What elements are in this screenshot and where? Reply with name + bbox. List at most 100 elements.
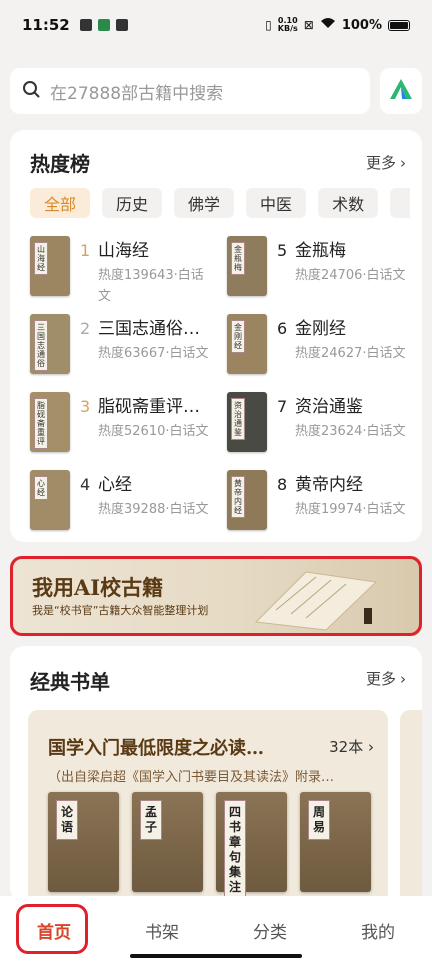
- book-title: 资治通鉴: [295, 397, 363, 417]
- book-meta: 热度63667·白话文: [98, 346, 209, 361]
- chip-history[interactable]: 历史: [102, 188, 163, 218]
- book-cover: 金瓶梅: [227, 236, 267, 296]
- hot-more-button[interactable]: 更多 ›: [366, 152, 406, 173]
- hot-title: 热度榜: [30, 152, 90, 176]
- book-list-subtitle: （出自梁启超《国学入门书要目及其读法》附录…: [48, 770, 335, 785]
- list-book-label: 孟子: [140, 800, 162, 840]
- rank-item[interactable]: 脂砚斋重评 3 脂砚斋重评… 热度52610·白话文: [30, 392, 213, 452]
- book-title: 三国志通俗…: [98, 319, 200, 339]
- app-icon: [97, 19, 110, 31]
- list-book-label: 周易: [308, 800, 330, 840]
- list-book-label: 论语: [56, 800, 78, 840]
- rank-info: 6 金刚经热度24627·白话文: [277, 314, 410, 374]
- status-time: 11:52: [22, 16, 70, 34]
- vibrate-icon: ▯: [265, 18, 272, 32]
- book-meta: 热度23624·白话文: [295, 424, 406, 439]
- chip-divination[interactable]: 术数: [318, 188, 379, 218]
- hot-ranking-card: 热度榜 更多 › 全部 历史 佛学 中医 术数 山海经 1 山海经热度139643·…: [10, 130, 422, 542]
- home-indicator: [130, 954, 302, 958]
- rank-info: 2 三国志通俗… 热度63667·白话文: [80, 314, 213, 374]
- rank-item[interactable]: 资治通鉴 7 资治通鉴热度23624·白话文: [227, 392, 410, 452]
- rank-number: 5: [277, 241, 288, 260]
- chip-medicine[interactable]: 中医: [246, 188, 307, 218]
- book-title: 山海经: [98, 241, 149, 261]
- book-cover-label: 金刚经: [231, 320, 245, 353]
- search-row: 在27888部古籍中搜索: [10, 68, 422, 114]
- battery-percent: 100%: [341, 17, 382, 33]
- windmill-icon: [115, 19, 128, 31]
- net-speed: 0.10 KB/s: [277, 16, 298, 33]
- rank-info: 7 资治通鉴热度23624·白话文: [277, 392, 410, 452]
- rank-item[interactable]: 山海经 1 山海经热度139643·白话文: [30, 236, 213, 304]
- book-cover: 资治通鉴: [227, 392, 267, 452]
- classic-title: 经典书单: [30, 670, 110, 694]
- book-cover-label: 山海经: [34, 242, 48, 275]
- classic-more-label: 更多: [365, 670, 396, 688]
- classic-more-button[interactable]: 更多 ›: [366, 668, 406, 689]
- chip-buddhism[interactable]: 佛学: [174, 188, 235, 218]
- book-meta: 热度24706·白话文: [295, 268, 406, 283]
- ai-collation-banner[interactable]: 我用AI校古籍 我是“校书官”古籍大众智能整理计划: [10, 556, 422, 636]
- book-cover: 三国志通俗: [30, 314, 70, 374]
- book-title: 心经: [98, 475, 132, 495]
- rank-info: 4 心经热度39288·白话文: [80, 470, 213, 530]
- book-title: 金刚经: [295, 319, 346, 339]
- book-meta: 热度52610·白话文: [98, 424, 209, 439]
- chevron-right-icon: ›: [400, 669, 406, 688]
- sim-icon: ⊠: [303, 18, 314, 32]
- rank-item[interactable]: 金刚经 6 金刚经热度24627·白话文: [227, 314, 410, 374]
- search-input[interactable]: 在27888部古籍中搜索: [10, 68, 370, 114]
- book-cover: 心经: [30, 470, 70, 530]
- rank-number: 2: [80, 319, 91, 338]
- book-title: 金瓶梅: [295, 241, 346, 261]
- rank-number: 1: [80, 241, 91, 260]
- book-meta: 热度39288·白话文: [98, 502, 209, 517]
- banner-title: 我用AI校古籍: [32, 575, 164, 600]
- book-cover-label: 脂砚斋重评: [34, 398, 48, 449]
- ai-assistant-button[interactable]: [380, 68, 422, 114]
- book-cover: 金刚经: [227, 314, 267, 374]
- book-list-card[interactable]: 国学入门最低限度之必读… 32本 › （出自梁启超《国学入门书要目及其读法》附录…: [28, 710, 388, 910]
- list-book-cover[interactable]: 周易: [300, 792, 371, 892]
- list-book-cover[interactable]: 论语: [48, 792, 119, 892]
- book-cover-label: 资治通鉴: [231, 398, 245, 440]
- search-icon: [22, 80, 40, 102]
- book-list-covers: 论语 孟子 四书章句集注 周易: [48, 792, 371, 900]
- book-cover-label: 黄帝内经: [231, 476, 245, 518]
- rank-item[interactable]: 三国志通俗 2 三国志通俗… 热度63667·白话文: [30, 314, 213, 374]
- status-bar: 11:52 ▯ 0.10 KB/s ⊠ 100%: [0, 0, 432, 50]
- scroll-illustration: [254, 571, 378, 631]
- tab-home[interactable]: 首页: [0, 896, 108, 964]
- book-cover-label: 金瓶梅: [231, 242, 245, 275]
- rank-number: 4: [80, 475, 91, 494]
- list-book-cover[interactable]: 四书章句集注: [216, 792, 287, 900]
- list-book-cover[interactable]: 孟子: [132, 792, 203, 892]
- list-book-label: 四书章句集注: [224, 800, 246, 900]
- book-cover-label: 三国志通俗: [34, 320, 48, 371]
- rank-item[interactable]: 金瓶梅 5 金瓶梅热度24706·白话文: [227, 236, 410, 296]
- hot-more-label: 更多: [365, 154, 396, 172]
- book-list-count[interactable]: 32本 ›: [329, 736, 374, 757]
- category-chips: 全部 历史 佛学 中医 术数: [30, 188, 411, 218]
- book-meta: 热度19974·白话文: [295, 502, 406, 517]
- book-meta: 热度24627·白话文: [295, 346, 406, 361]
- rank-number: 3: [80, 397, 91, 416]
- chevron-right-icon: ›: [400, 153, 406, 172]
- rank-info: 3 脂砚斋重评… 热度52610·白话文: [80, 392, 213, 452]
- rank-info: 5 金瓶梅热度24706·白话文: [277, 236, 410, 296]
- rank-info: 1 山海经热度139643·白话文: [80, 236, 213, 304]
- chip-all[interactable]: 全部: [30, 188, 91, 218]
- book-title: 脂砚斋重评…: [98, 397, 200, 417]
- rank-info: 8 黄帝内经 热度19974·白话文: [277, 470, 410, 530]
- rank-grid: 山海经 1 山海经热度139643·白话文 金瓶梅 5 金瓶梅热度24706·白话文三国志…: [30, 236, 410, 530]
- next-book-list-peek[interactable]: [400, 710, 422, 910]
- rank-number: 7: [277, 397, 288, 416]
- rank-number: 6: [277, 319, 288, 338]
- tab-mine[interactable]: 我的: [324, 896, 432, 964]
- chip-more-partial[interactable]: [390, 188, 411, 218]
- book-cover-label: 心经: [34, 476, 48, 500]
- chevron-right-icon: ›: [368, 738, 374, 756]
- rank-item[interactable]: 心经 4 心经热度39288·白话文: [30, 470, 213, 530]
- rank-item[interactable]: 黄帝内经 8 黄帝内经 热度19974·白话文: [227, 470, 410, 530]
- book-meta: 热度139643·白话文: [98, 268, 204, 304]
